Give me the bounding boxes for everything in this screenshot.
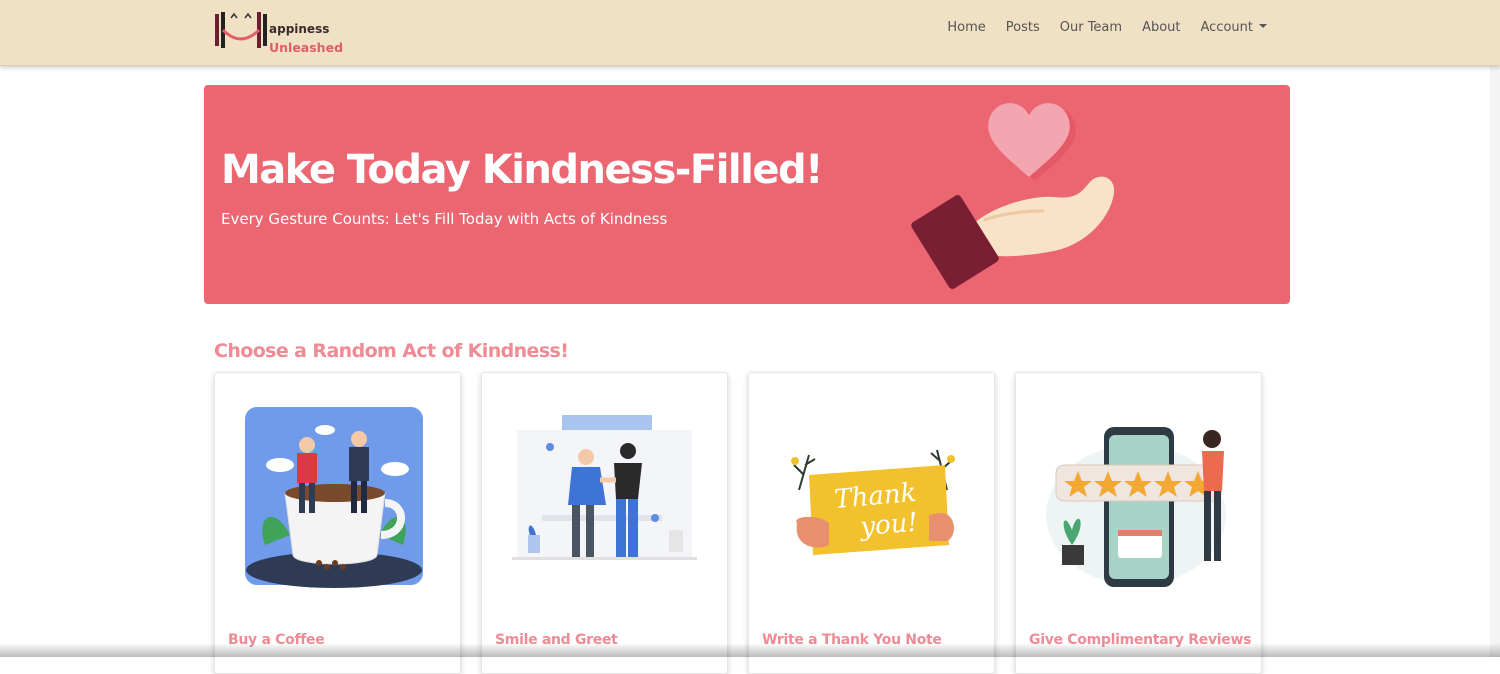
card-smile-greet[interactable]: Smile and Greet — [481, 372, 728, 674]
card-complimentary-reviews[interactable]: Give Complimentary Reviews — [1015, 372, 1262, 674]
hero-subtitle: Every Gesture Counts: Let's Fill Today w… — [221, 210, 667, 228]
handshake-illustration — [502, 395, 707, 595]
five-star-review-illustration — [1036, 395, 1241, 595]
page-scrollbar[interactable] — [1490, 0, 1500, 657]
nav-menu: Home Posts Our Team About Account — [927, 20, 1267, 35]
section-title: Choose a Random Act of Kindness! — [214, 340, 568, 362]
hero-banner: Make Today Kindness-Filled! Every Gestur… — [204, 85, 1290, 304]
nav-our-team[interactable]: Our Team — [1060, 20, 1122, 35]
nav-posts[interactable]: Posts — [1006, 20, 1040, 35]
caret-down-icon — [1259, 24, 1267, 28]
brand-name-line2: Unleashed — [269, 40, 343, 55]
hand-holding-heart-icon — [904, 85, 1144, 304]
nav-about[interactable]: About — [1142, 20, 1180, 35]
h-smile-logo-icon — [213, 8, 273, 58]
card-buy-coffee[interactable]: Buy a Coffee — [214, 372, 461, 674]
nav-account-label: Account — [1201, 20, 1254, 35]
svg-text:you!: you! — [858, 508, 919, 543]
thank-you-card-illustration: Thank you! — [769, 395, 974, 595]
bottom-edge-shadow — [0, 643, 1500, 657]
brand-logo[interactable]: appiness Unleashed — [213, 8, 343, 58]
hero-title: Make Today Kindness-Filled! — [221, 147, 822, 193]
nav-account-dropdown[interactable]: Account — [1201, 20, 1268, 35]
coffee-friends-illustration — [235, 395, 440, 595]
navbar: appiness Unleashed Home Posts Our Team A… — [0, 0, 1500, 66]
nav-home[interactable]: Home — [947, 20, 985, 35]
brand-name-line1: appiness — [269, 22, 329, 36]
card-thank-you-note[interactable]: Thank you! Write a Thank You Note — [748, 372, 995, 674]
